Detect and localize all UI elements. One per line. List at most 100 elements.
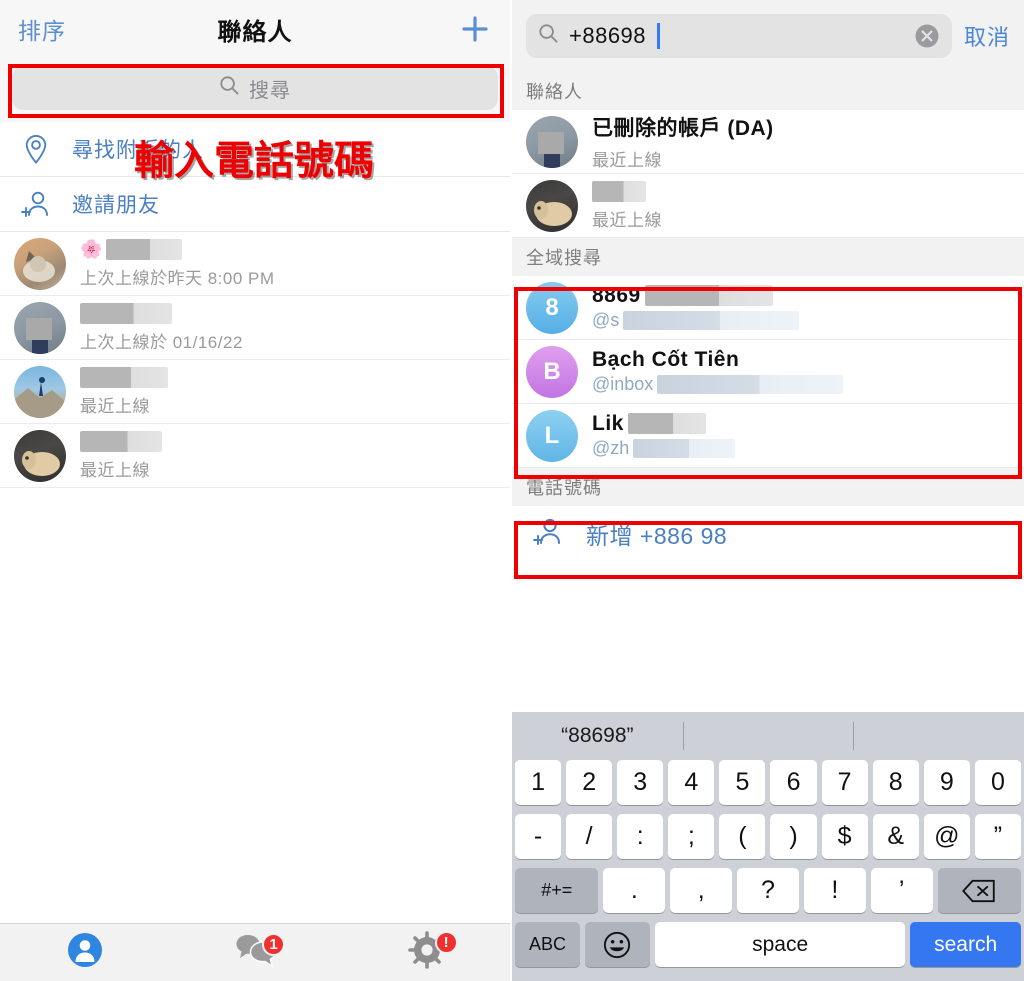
sort-button[interactable]: 排序 xyxy=(18,12,66,46)
key-semicolon[interactable]: ; xyxy=(668,814,715,859)
text-cursor xyxy=(657,23,661,49)
chats-tab[interactable]: 1 xyxy=(171,924,342,981)
key-question[interactable]: ? xyxy=(737,868,799,913)
flower-emoji: 🌸 xyxy=(80,238,103,259)
find-people-nearby-row[interactable]: 尋找附近的人 xyxy=(0,122,510,177)
avatar xyxy=(526,179,578,232)
key-8[interactable]: 8 xyxy=(872,760,919,805)
add-phone-number-row[interactable]: 新增 +886 98 xyxy=(512,506,1024,562)
key-paren-close[interactable]: ) xyxy=(770,814,817,859)
prediction-item[interactable]: “88698” xyxy=(512,712,683,760)
search-input[interactable]: +88698 xyxy=(526,14,952,58)
key-abc-toggle[interactable]: ABC xyxy=(515,922,580,967)
avatar xyxy=(14,237,66,290)
invite-friends-row[interactable]: 邀請朋友 xyxy=(0,177,510,232)
list-item[interactable]: L Lik @zh xyxy=(512,404,1024,468)
avatar xyxy=(14,365,66,418)
tab-bar: 1 ! xyxy=(0,923,510,981)
contact-info: Bạch Cốt Tiên @inbox xyxy=(592,347,1010,395)
key-0[interactable]: 0 xyxy=(974,760,1021,805)
search-screen: +88698 取消 聯絡人 已刪除的帳戶 (DA) 最近上線 最近上線 全域搜尋… xyxy=(512,0,1024,981)
key-dollar[interactable]: $ xyxy=(821,814,868,859)
key-quote[interactable]: ” xyxy=(974,814,1021,859)
redacted-name xyxy=(627,413,706,434)
contact-name xyxy=(592,180,1010,202)
redacted-name xyxy=(106,238,183,260)
key-1[interactable]: 1 xyxy=(515,760,562,805)
add-person-icon xyxy=(20,189,52,219)
list-item[interactable]: B Bạch Cốt Tiên @inbox xyxy=(512,340,1024,404)
list-item[interactable]: 🌸 上次上線於昨天 8:00 PM xyxy=(0,232,510,296)
search-icon xyxy=(538,23,559,49)
contact-status: 上次上線於昨天 8:00 PM xyxy=(80,269,275,288)
search-bar: +88698 取消 xyxy=(512,0,1024,72)
contact-name xyxy=(80,430,496,452)
contact-info: 最近上線 xyxy=(592,180,1010,231)
cancel-button[interactable]: 取消 xyxy=(964,20,1010,52)
key-slash[interactable]: / xyxy=(566,814,613,859)
redacted-name xyxy=(644,285,773,306)
contact-name-text: 8869 xyxy=(592,283,641,307)
prediction-item-empty[interactable] xyxy=(682,712,854,760)
key-colon[interactable]: : xyxy=(617,814,664,859)
contacts-tab[interactable] xyxy=(0,924,171,981)
contact-handle: @inbox xyxy=(592,374,1010,395)
key-paren-open[interactable]: ( xyxy=(719,814,766,859)
key-hyphen[interactable]: - xyxy=(515,814,562,859)
list-item[interactable]: 最近上線 xyxy=(0,424,510,488)
key-space[interactable]: space xyxy=(654,922,906,967)
avatar-initial: B xyxy=(543,357,561,385)
search-value: +88698 xyxy=(569,23,647,48)
key-ampersand[interactable]: & xyxy=(872,814,919,859)
plus-icon[interactable] xyxy=(458,12,492,46)
prediction-item-empty[interactable] xyxy=(853,712,1024,760)
contact-info: 最近上線 xyxy=(80,430,496,481)
backspace-icon[interactable] xyxy=(937,868,1021,913)
contact-name: 🌸 xyxy=(80,238,496,260)
key-search[interactable]: search xyxy=(910,922,1021,967)
list-item[interactable]: 8 8869 @s xyxy=(512,276,1024,340)
contact-status: 上次上線於 01/16/22 xyxy=(80,333,243,352)
contact-name: 已刪除的帳戶 (DA) xyxy=(592,117,774,140)
key-2[interactable]: 2 xyxy=(566,760,613,805)
key-apostrophe[interactable]: ’ xyxy=(870,868,933,913)
person-icon xyxy=(67,932,103,973)
key-4[interactable]: 4 xyxy=(668,760,715,805)
contact-info: 上次上線於 01/16/22 xyxy=(80,302,496,353)
contact-handle-text: @inbox xyxy=(592,374,654,394)
key-6[interactable]: 6 xyxy=(770,760,817,805)
section-header-contacts: 聯絡人 xyxy=(512,72,1024,110)
key-period[interactable]: . xyxy=(603,868,666,913)
contact-name-text: Bạch Cốt Tiên xyxy=(592,347,740,371)
clear-circle-icon[interactable] xyxy=(914,23,940,49)
search-input[interactable]: 搜尋 xyxy=(12,66,498,110)
key-3[interactable]: 3 xyxy=(617,760,664,805)
contact-info: 已刪除的帳戶 (DA) 最近上線 xyxy=(592,112,1010,171)
contact-handle-text: @zh xyxy=(592,438,630,458)
contact-handle: @zh xyxy=(592,438,1010,459)
key-9[interactable]: 9 xyxy=(923,760,970,805)
section-header-phone-number: 電話號碼 xyxy=(512,468,1024,506)
settings-tab[interactable]: ! xyxy=(341,924,510,981)
list-item[interactable]: 已刪除的帳戶 (DA) 最近上線 xyxy=(512,110,1024,174)
redacted-name xyxy=(80,302,172,324)
key-exclamation[interactable]: ! xyxy=(803,868,866,913)
contact-name xyxy=(80,302,496,324)
key-comma[interactable]: , xyxy=(670,868,733,913)
keyboard-row-symbols: - / : ; ( ) $ & @ ” xyxy=(512,814,1024,859)
redacted-handle xyxy=(623,311,800,330)
list-item[interactable]: 最近上線 xyxy=(0,360,510,424)
add-person-icon xyxy=(532,516,566,553)
key-7[interactable]: 7 xyxy=(821,760,868,805)
key-5[interactable]: 5 xyxy=(719,760,766,805)
emoji-icon[interactable] xyxy=(584,922,650,967)
virtual-keyboard: “88698” 1 2 3 4 5 6 7 8 9 0 - / : ; () … xyxy=(512,712,1024,981)
list-item[interactable]: 最近上線 xyxy=(512,174,1024,238)
contact-name: Lik xyxy=(592,412,1010,435)
redacted-name xyxy=(80,430,162,452)
key-at[interactable]: @ xyxy=(923,814,970,859)
list-item[interactable]: 上次上線於 01/16/22 xyxy=(0,296,510,360)
keyboard-row-bottom: ABC space search xyxy=(512,922,1024,967)
keyboard-row-numbers: 1 2 3 4 5 6 7 8 9 0 xyxy=(512,760,1024,805)
key-symbols-toggle[interactable]: #+= xyxy=(515,868,599,913)
